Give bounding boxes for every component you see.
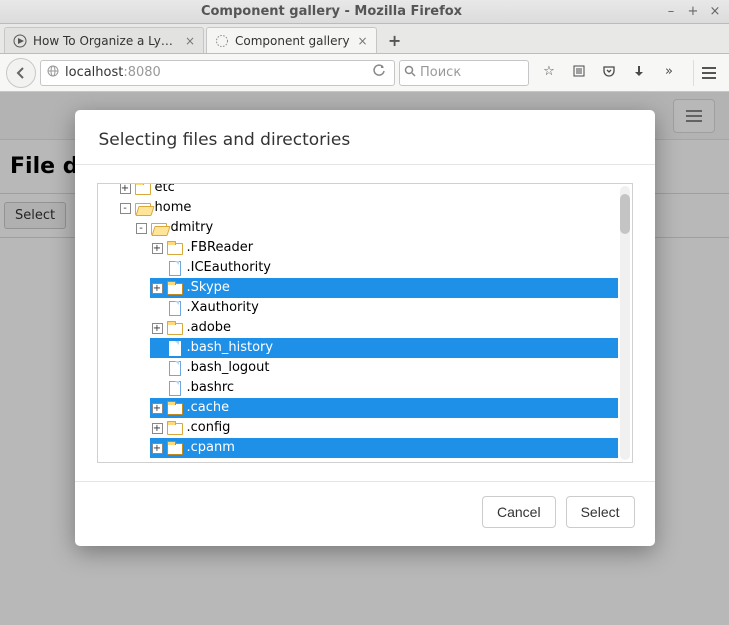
tree-node[interactable]: - dmitry (98, 218, 618, 238)
tree-node-label: .ICEauthority (187, 258, 272, 278)
window-buttons: – + × (663, 4, 729, 19)
modal-body: +etc-home-dmitry+.FBReader.ICEauthority+… (75, 165, 655, 481)
modal-footer: Cancel Select (75, 481, 655, 546)
play-icon (13, 34, 27, 48)
expand-icon[interactable]: + (152, 283, 163, 294)
tree-node-label: .bash_logout (187, 358, 270, 378)
tree-spacer (152, 363, 163, 374)
globe-icon (45, 64, 61, 82)
tree-node-label: .config (187, 418, 231, 438)
back-button[interactable] (6, 58, 36, 88)
tab-label: Component gallery (235, 34, 350, 48)
toolbar-icons: ☆ » (533, 64, 685, 82)
tree-spacer (152, 303, 163, 314)
file-icon (167, 381, 183, 395)
expand-icon[interactable]: + (152, 443, 163, 454)
folder-icon (167, 401, 183, 415)
folder-icon (135, 201, 151, 215)
expand-icon[interactable]: + (152, 323, 163, 334)
tree-node[interactable]: + .Skype (98, 278, 618, 298)
tree-node-label: .cpanm (187, 438, 235, 458)
folder-icon (167, 421, 183, 435)
tree-node[interactable]: .ICEauthority (98, 258, 618, 278)
browser-menu-button[interactable] (693, 60, 723, 86)
tree-node-label: .Skype (187, 278, 230, 298)
tree-node-label: etc (155, 183, 175, 198)
tree-node[interactable]: .bash_logout (98, 358, 618, 378)
tab-howto[interactable]: How To Organize a Lynch... × (4, 27, 204, 53)
tree-node-label: .bashrc (187, 378, 235, 398)
tab-component-gallery[interactable]: Component gallery × (206, 27, 377, 53)
tree-node[interactable]: + .cache (98, 398, 618, 418)
tree-node[interactable]: + .config (98, 418, 618, 438)
folder-icon (167, 241, 183, 255)
tree-node[interactable]: .Xauthority (98, 298, 618, 318)
minimize-icon[interactable]: – (663, 4, 679, 19)
tab-label: How To Organize a Lynch... (33, 34, 177, 48)
folder-icon (167, 281, 183, 295)
url-bar[interactable]: localhost:8080 (40, 60, 395, 86)
close-icon[interactable]: × (707, 4, 723, 19)
file-icon (167, 301, 183, 315)
globe-icon (215, 34, 229, 48)
maximize-icon[interactable]: + (685, 4, 701, 19)
cancel-button[interactable]: Cancel (482, 496, 556, 528)
tree-node-label: .bash_history (187, 338, 274, 358)
folder-icon (167, 441, 183, 455)
collapse-icon[interactable]: - (120, 203, 131, 214)
reader-icon[interactable] (571, 64, 587, 82)
window-title: Component gallery - Mozilla Firefox (0, 4, 663, 19)
new-tab-button[interactable]: + (383, 29, 407, 51)
folder-icon (151, 221, 167, 235)
browser-tabstrip: How To Organize a Lynch... × Component g… (0, 24, 729, 54)
folder-icon (135, 183, 151, 195)
tree-spacer (152, 263, 163, 274)
tree-node-label: dmitry (171, 218, 214, 238)
url-host: localhost (65, 65, 123, 80)
close-tab-icon[interactable]: × (185, 34, 195, 48)
window-titlebar: Component gallery - Mozilla Firefox – + … (0, 0, 729, 24)
tree-node-label: .cache (187, 398, 230, 418)
browser-navbar: localhost:8080 Поиск ☆ » (0, 54, 729, 92)
scrollbar-thumb[interactable] (620, 194, 630, 234)
tree-node[interactable]: + .FBReader (98, 238, 618, 258)
tree-node[interactable]: .bashrc (98, 378, 618, 398)
tree-node-label: home (155, 198, 192, 218)
close-tab-icon[interactable]: × (358, 34, 368, 48)
search-bar[interactable]: Поиск (399, 60, 529, 86)
url-port: :8080 (123, 65, 160, 80)
download-icon[interactable] (631, 64, 647, 82)
tree-spacer (152, 343, 163, 354)
tree-node[interactable]: - home (98, 198, 618, 218)
overflow-icon[interactable]: » (661, 64, 677, 82)
tree-node-label: .adobe (187, 318, 232, 338)
file-icon (167, 341, 183, 355)
expand-icon[interactable]: + (152, 243, 163, 254)
tree-node[interactable]: .bash_history (98, 338, 618, 358)
expand-icon[interactable]: + (120, 183, 131, 194)
tree-node-label: .Xauthority (187, 298, 259, 318)
reload-icon[interactable] (368, 64, 390, 82)
file-tree[interactable]: +etc-home-dmitry+.FBReader.ICEauthority+… (97, 183, 633, 463)
tree-spacer (152, 383, 163, 394)
expand-icon[interactable]: + (152, 423, 163, 434)
folder-icon (167, 321, 183, 335)
search-placeholder: Поиск (420, 65, 461, 80)
tree-node[interactable]: + etc (98, 183, 618, 198)
file-dialog: Selecting files and directories +etc-hom… (75, 110, 655, 546)
expand-icon[interactable]: + (152, 403, 163, 414)
file-icon (167, 261, 183, 275)
tree-node[interactable]: + .adobe (98, 318, 618, 338)
tree-node[interactable]: + .cpanm (98, 438, 618, 458)
tree-node-label: .FBReader (187, 238, 254, 258)
bookmark-star-icon[interactable]: ☆ (541, 64, 557, 82)
collapse-icon[interactable]: - (136, 223, 147, 234)
file-icon (167, 361, 183, 375)
pocket-icon[interactable] (601, 64, 617, 82)
search-icon (404, 65, 416, 81)
select-button[interactable]: Select (566, 496, 635, 528)
modal-title: Selecting files and directories (75, 110, 655, 165)
